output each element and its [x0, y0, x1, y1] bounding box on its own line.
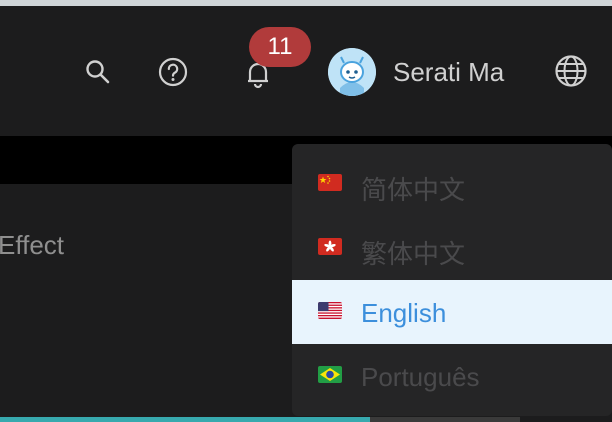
language-option-en[interactable]: English: [292, 280, 612, 344]
username[interactable]: Serati Ma: [393, 57, 504, 88]
language-option-pt[interactable]: Português: [292, 344, 612, 408]
accent-bar: [0, 417, 370, 422]
panel-partial-text: Effect: [0, 230, 65, 260]
notification-badge: 11: [249, 27, 311, 67]
help-icon[interactable]: [158, 57, 188, 87]
cn-flag-icon: [318, 174, 342, 191]
br-flag-icon: [318, 366, 342, 383]
avatar[interactable]: [328, 48, 376, 96]
hk-flag-icon: [318, 238, 342, 255]
language-option-label: Português: [361, 362, 480, 392]
language-option-label: English: [361, 298, 447, 328]
globe-icon[interactable]: [554, 54, 588, 88]
language-option-zh-cn[interactable]: 简体中文: [292, 152, 612, 216]
language-option-zh-hk[interactable]: 繁体中文: [292, 216, 612, 280]
language-dropdown: 简体中文 繁体中文 English Português: [292, 144, 612, 416]
search-icon[interactable]: [84, 58, 112, 86]
language-option-label: 繁体中文: [361, 239, 466, 269]
language-option-label: 简体中文: [361, 175, 466, 205]
us-flag-icon: [318, 302, 342, 319]
track-bar: [370, 417, 520, 422]
